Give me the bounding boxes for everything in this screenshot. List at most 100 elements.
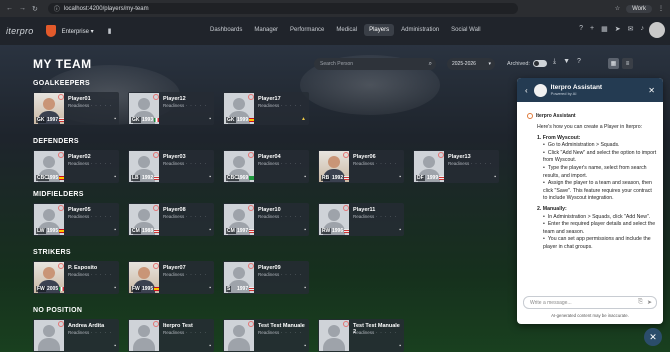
player-card[interactable]: LW 1995 Player05 Readiness · · · · · ▪ <box>33 203 119 236</box>
readiness: Readiness · · · · · <box>68 214 112 219</box>
search-placeholder: Search Person <box>320 61 354 67</box>
player-card[interactable]: GK 1993 Player12 Readiness · · · · · ▪ <box>128 92 214 125</box>
readiness-label: Readiness <box>68 330 90 335</box>
send-icon[interactable]: ➤ <box>615 25 621 33</box>
reload-icon[interactable]: ↻ <box>32 5 38 13</box>
season-value: 2025-2026 <box>452 61 476 67</box>
readiness: Readiness · · · · · <box>258 103 302 108</box>
player-card[interactable]: Andrea Ardita Readiness · · · · · ▪ <box>33 319 119 352</box>
archived-toggle[interactable] <box>532 60 547 67</box>
search-input[interactable]: Search Person ⌕ <box>314 58 436 70</box>
user-avatar[interactable] <box>649 22 665 38</box>
app-header: iterpro Enterprise ▾ ▮ Dashboards Manage… <box>0 17 670 45</box>
kebab-icon[interactable]: ⋮ <box>658 5 664 12</box>
player-card[interactable]: S 1997 Player09 Readiness · · · · · ▪ <box>223 261 309 294</box>
player-card[interactable]: CM 1997 Player10 Readiness · · · · · ▪ <box>223 203 309 236</box>
status-icon <box>248 205 254 211</box>
download-icon[interactable]: ⤓ <box>553 58 556 66</box>
readiness: Readiness · · · · · <box>163 103 207 108</box>
nationality-flag-icon <box>59 117 64 122</box>
address-bar[interactable]: ⓘ localhost:4200/players/my-team <box>47 3 518 14</box>
player-card[interactable]: CM 1988 Player08 Readiness · · · · · ▪ <box>128 203 214 236</box>
menu-dashboards[interactable]: Dashboards <box>205 24 247 36</box>
menu-players[interactable]: Players <box>364 24 395 36</box>
message-input[interactable]: Write a message... ⎘ ➤ <box>523 296 657 309</box>
player-card[interactable]: Test Test Manuale Readiness · · · · · ▪ <box>223 319 309 352</box>
photo-head <box>43 325 55 337</box>
player-name: Player12 <box>163 96 186 102</box>
player-photo: CBC 1995 <box>34 151 64 182</box>
readiness-dots: · · · · · <box>90 272 113 277</box>
view-switcher: ▦ ≡ <box>608 58 633 69</box>
player-card[interactable]: GK 1999 Player17 Readiness · · · · · ▲ <box>223 92 309 125</box>
help-circle-icon[interactable]: ? <box>577 58 581 66</box>
player-card[interactable]: FW 1995 Player07 Readiness · · · · · ▪ <box>128 261 214 294</box>
player-photo: GK 1999 <box>224 93 254 124</box>
calendar-icon[interactable]: ▦ <box>601 25 608 33</box>
status-icon <box>438 152 444 158</box>
player-position: LW <box>36 228 46 234</box>
player-card[interactable]: RW 1996 Player11 Readiness · · · · · ▪ <box>318 203 404 236</box>
readiness-dots: · · · · · <box>375 330 398 335</box>
readiness: Readiness · · · · · <box>68 272 112 277</box>
grid-view-icon[interactable]: ▦ <box>608 58 619 69</box>
player-card[interactable]: GK 1997 Player01 Readiness · · · · · ▪ <box>33 92 119 125</box>
menu-social-wall[interactable]: Social Wall <box>446 24 485 36</box>
player-card[interactable]: LB 1992 Player03 Readiness · · · · · ▪ <box>128 150 214 183</box>
nationality-flag-icon <box>249 175 254 180</box>
player-name: Iterpro Test <box>163 323 193 329</box>
nationality-flag-icon <box>154 228 159 233</box>
sender-name: Iterpro Assistant <box>536 113 576 119</box>
player-card[interactable]: Test Test Manuale 2 Readiness · · · · · ▪ <box>318 319 404 352</box>
photo-head <box>138 156 150 168</box>
photo-body <box>38 338 60 351</box>
help-icon[interactable]: ? <box>579 25 583 33</box>
season-select[interactable]: 2025-2026 ▾ <box>447 58 495 70</box>
back-icon[interactable]: ← <box>6 5 13 13</box>
org-selector[interactable]: Enterprise ▾ <box>62 28 94 35</box>
app-logo[interactable]: iterpro <box>6 26 34 36</box>
filter-icon[interactable]: ▼ <box>563 58 570 66</box>
plus-icon[interactable]: + <box>590 25 594 33</box>
bell-icon[interactable]: ♪ <box>641 25 645 33</box>
browser-right: ☆ Work ⋮ <box>615 4 664 13</box>
player-position: CM <box>131 228 141 234</box>
menu-performance[interactable]: Performance <box>285 24 329 36</box>
readiness-label: Readiness <box>163 272 185 277</box>
attachment-icon: ▪ <box>399 343 401 349</box>
send-message-icon[interactable]: ➤ <box>647 299 652 306</box>
back-chevron-icon[interactable]: ‹ <box>525 86 528 95</box>
readiness-label: Readiness <box>163 214 185 219</box>
player-birth-year: 2005 <box>47 286 59 292</box>
assistant-avatar <box>533 83 547 97</box>
clipboard-icon[interactable]: ▮ <box>108 27 112 35</box>
page-title: MY TEAM <box>33 57 92 71</box>
player-name: Test Test Manuale <box>258 323 305 329</box>
player-card[interactable]: RB 1992 Player06 Readiness · · · · · ▪ <box>318 150 404 183</box>
player-card[interactable]: Iterpro Test Readiness · · · · · ▪ <box>128 319 214 352</box>
nationality-flag-icon <box>344 228 349 233</box>
player-card[interactable]: CBC 1995 Player02 Readiness · · · · · ▪ <box>33 150 119 183</box>
chat-icon[interactable]: ✉ <box>628 25 634 33</box>
menu-manager[interactable]: Manager <box>249 24 283 36</box>
player-card[interactable]: CBC 1969 Player04 Readiness · · · · · ▪ <box>223 150 309 183</box>
photo-head <box>423 156 435 168</box>
assistant-close-fab-icon[interactable]: ✕ <box>644 328 662 346</box>
player-name: P. Esposito <box>68 265 98 271</box>
player-position: GK <box>36 117 46 123</box>
menu-medical[interactable]: Medical <box>331 24 362 36</box>
menu-administration[interactable]: Administration <box>396 24 444 36</box>
readiness-label: Readiness <box>163 103 185 108</box>
readiness: Readiness · · · · · <box>258 214 302 219</box>
attachment-icon: ▪ <box>494 174 496 180</box>
attach-icon[interactable]: ⎘ <box>638 299 643 306</box>
status-icon <box>58 263 64 269</box>
list-view-icon[interactable]: ≡ <box>622 58 633 69</box>
player-card[interactable]: DF 1999 Player13 Readiness · · · · · ▪ <box>413 150 499 183</box>
player-card[interactable]: FW 2005 P. Esposito Readiness · · · · · ▪ <box>33 261 119 294</box>
close-icon[interactable]: ✕ <box>648 86 655 95</box>
profile-chip[interactable]: Work <box>626 4 652 13</box>
status-icon <box>343 205 349 211</box>
star-icon[interactable]: ☆ <box>615 5 620 12</box>
forward-icon[interactable]: → <box>19 5 26 13</box>
